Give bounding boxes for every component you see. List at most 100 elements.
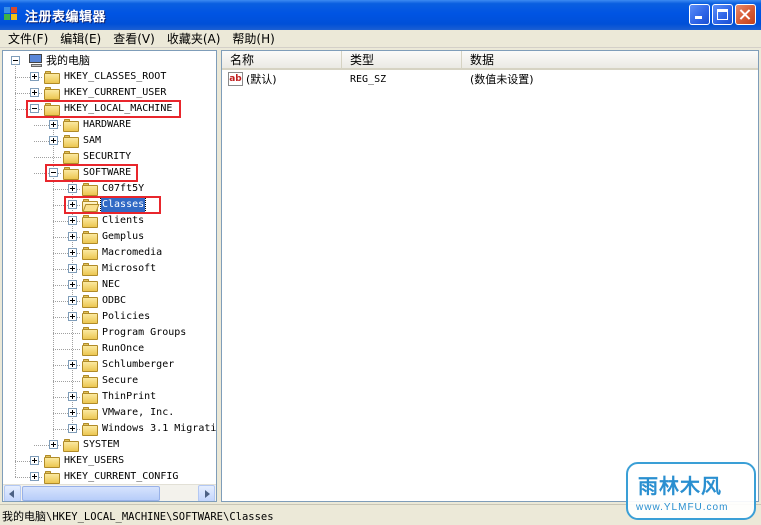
tree-item[interactable]: C07ft5Y [3, 181, 216, 197]
expand-icon[interactable] [30, 72, 39, 81]
tree-item[interactable]: SECURITY [3, 149, 216, 165]
maximize-icon [717, 9, 728, 20]
tree-item-label[interactable]: ThinPrint [101, 390, 157, 404]
tree-item[interactable]: VMware, Inc. [3, 405, 216, 421]
folder-icon [82, 183, 98, 196]
menu-favorites[interactable]: 收藏夹(A) [161, 30, 227, 47]
list-item[interactable]: ab (默认) REG_SZ (数值未设置) [222, 71, 758, 88]
tree-item-label[interactable]: C07ft5Y [101, 182, 145, 196]
folder-icon [63, 119, 79, 132]
tree-item[interactable]: RunOnce [3, 341, 216, 357]
expand-icon[interactable] [30, 456, 39, 465]
scroll-left-button[interactable] [4, 485, 21, 501]
tree-item[interactable]: Program Groups [3, 325, 216, 341]
expand-icon[interactable] [49, 440, 58, 449]
tree-item[interactable]: Secure [3, 373, 216, 389]
expand-icon[interactable] [68, 312, 77, 321]
tree-item-label[interactable]: SAM [82, 134, 102, 148]
menu-file[interactable]: 文件(F) [2, 30, 54, 47]
menu-edit[interactable]: 编辑(E) [54, 30, 107, 47]
tree-item-label[interactable]: HARDWARE [82, 118, 132, 132]
tree-root[interactable]: 我的电脑 [3, 53, 123, 69]
tree-item-label[interactable]: Policies [101, 310, 151, 324]
tree-item-label[interactable]: Microsoft [101, 262, 157, 276]
tree-item-label[interactable]: HKEY_CURRENT_CONFIG [63, 470, 179, 484]
tree-item[interactable]: Microsoft [3, 261, 216, 277]
minimize-icon [695, 16, 702, 19]
expand-icon[interactable] [68, 408, 77, 417]
horizontal-scrollbar[interactable] [3, 484, 216, 501]
tree-item[interactable]: SYSTEM [3, 437, 216, 453]
expand-icon[interactable] [49, 120, 58, 129]
tree-item[interactable]: Policies [3, 309, 216, 325]
tree-item[interactable]: Gemplus [3, 229, 216, 245]
expand-icon[interactable] [68, 232, 77, 241]
highlight-box [64, 196, 161, 214]
registry-tree[interactable]: 我的电脑 HKEY_CLASSES_ROOT HKEY_CURRENT_USER H… [3, 51, 216, 484]
tree-item[interactable]: ThinPrint [3, 389, 216, 405]
expand-icon[interactable] [68, 424, 77, 433]
expand-icon[interactable] [49, 136, 58, 145]
tree-item-label[interactable]: Clients [101, 214, 145, 228]
expand-icon[interactable] [68, 216, 77, 225]
tree-item-label[interactable]: HKEY_CURRENT_USER [63, 86, 167, 100]
tree-item-label[interactable]: Schlumberger [101, 358, 175, 372]
scroll-right-button[interactable] [198, 485, 215, 501]
tree-item-label[interactable]: ODBC [101, 294, 127, 308]
column-header-data[interactable]: 数据 [462, 51, 758, 69]
tree-item[interactable]: Windows 3.1 Migrati [3, 421, 216, 437]
tree-item[interactable]: SAM [3, 133, 216, 149]
arrow-left-icon [9, 490, 14, 498]
menu-bar: 文件(F) 编辑(E) 查看(V) 收藏夹(A) 帮助(H) [0, 30, 761, 48]
expand-icon[interactable] [68, 264, 77, 273]
tree-item[interactable]: HARDWARE [3, 117, 216, 133]
tree-item-label[interactable]: HKEY_USERS [63, 454, 125, 468]
folder-icon [82, 295, 98, 308]
tree-item[interactable]: HKEY_USERS [3, 453, 216, 469]
tree-item[interactable]: Clients [3, 213, 216, 229]
title-bar[interactable]: 注册表编辑器 [0, 0, 761, 30]
values-list-pane[interactable]: 名称 类型 数据 ab (默认) REG_SZ (数值未设置) [221, 50, 759, 502]
tree-pane[interactable]: 我的电脑 HKEY_CLASSES_ROOT HKEY_CURRENT_USER H… [2, 50, 217, 502]
maximize-button[interactable] [712, 4, 733, 25]
folder-icon [44, 71, 60, 84]
tree-item[interactable]: ODBC [3, 293, 216, 309]
expand-icon[interactable] [68, 184, 77, 193]
expand-icon[interactable] [30, 472, 39, 481]
tree-item-label[interactable]: Secure [101, 374, 139, 388]
tree-item-label[interactable]: Macromedia [101, 246, 163, 260]
tree-item-label[interactable]: RunOnce [101, 342, 145, 356]
scroll-thumb[interactable] [22, 486, 160, 501]
menu-help[interactable]: 帮助(H) [226, 30, 280, 47]
expand-icon[interactable] [68, 360, 77, 369]
expand-icon[interactable] [68, 248, 77, 257]
value-name: (默认) [246, 73, 277, 86]
tree-item-label[interactable]: Gemplus [101, 230, 145, 244]
tree-item[interactable]: HKEY_CLASSES_ROOT [3, 69, 216, 85]
tree-item[interactable]: HKEY_CURRENT_CONFIG [3, 469, 216, 484]
tree-item-label[interactable]: Windows 3.1 Migrati [101, 422, 216, 436]
tree-item-label[interactable]: VMware, Inc. [101, 406, 175, 420]
tree-item-label[interactable]: HKEY_CLASSES_ROOT [63, 70, 167, 84]
close-button[interactable] [735, 4, 756, 25]
folder-icon [82, 407, 98, 420]
tree-item-label[interactable]: Program Groups [101, 326, 187, 340]
tree-item-label[interactable]: SYSTEM [82, 438, 120, 452]
folder-icon [82, 279, 98, 292]
expand-icon[interactable] [68, 280, 77, 289]
menu-view[interactable]: 查看(V) [107, 30, 161, 47]
tree-item[interactable]: NEC [3, 277, 216, 293]
tree-item[interactable]: Schlumberger [3, 357, 216, 373]
column-header-name[interactable]: 名称 [222, 51, 342, 69]
expand-icon[interactable] [68, 392, 77, 401]
expand-icon[interactable] [30, 88, 39, 97]
tree-item-label[interactable]: SECURITY [82, 150, 132, 164]
minimize-button[interactable] [689, 4, 710, 25]
expand-icon[interactable] [68, 296, 77, 305]
tree-root-label[interactable]: 我的电脑 [45, 54, 91, 68]
tree-item[interactable]: Macromedia [3, 245, 216, 261]
tree-item[interactable]: HKEY_CURRENT_USER [3, 85, 216, 101]
folder-icon [63, 439, 79, 452]
column-header-type[interactable]: 类型 [342, 51, 462, 69]
tree-item-label[interactable]: NEC [101, 278, 121, 292]
